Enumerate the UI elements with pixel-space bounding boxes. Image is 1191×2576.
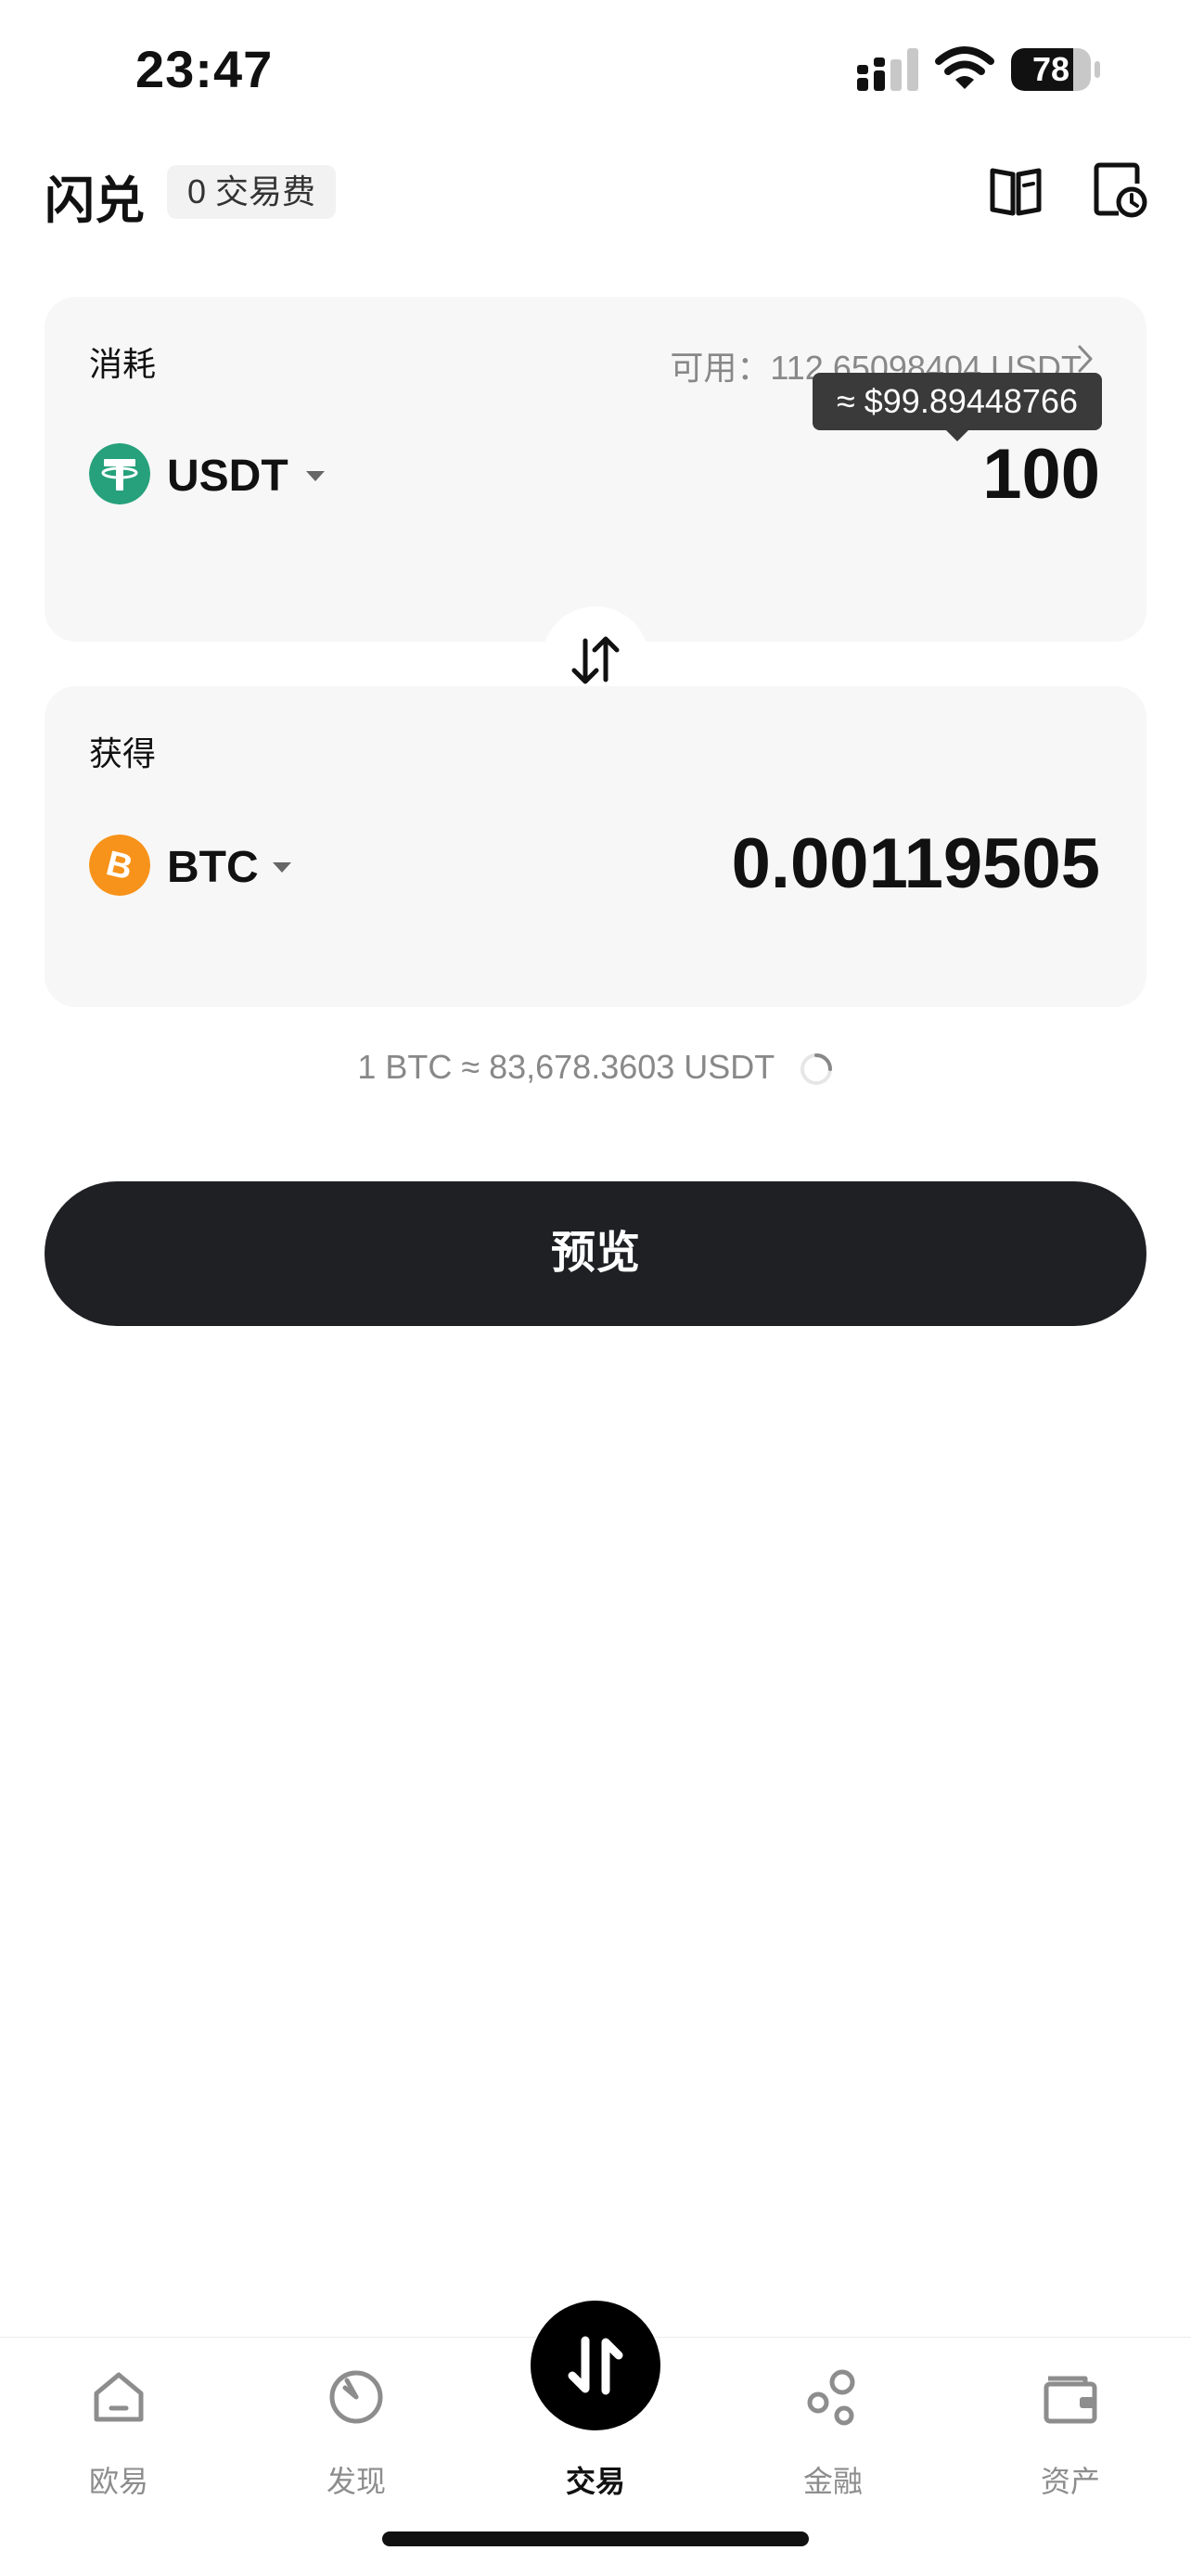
status-time: 23:47 — [135, 40, 274, 98]
preview-button[interactable]: 预览 — [45, 1181, 1146, 1326]
exchange-rate: 1 BTC ≈ 83,678.3603 USDT — [0, 1048, 1191, 1087]
consume-amount[interactable]: 100 — [982, 434, 1100, 515]
discover-icon — [329, 2370, 383, 2424]
btc-coin-icon: B — [89, 835, 150, 896]
caret-down-icon[interactable] — [306, 471, 325, 481]
nav-label: 发现 — [326, 2465, 386, 2498]
trade-button[interactable] — [531, 2301, 660, 2430]
receive-card: 获得 B BTC 0.00119505 — [45, 686, 1146, 1007]
trade-icon — [568, 2336, 623, 2395]
cellular-signal-icon — [857, 48, 918, 91]
chevron-right-icon[interactable] — [1076, 343, 1095, 375]
consume-label: 消耗 — [89, 345, 157, 383]
receive-coin-selector[interactable]: BTC — [167, 842, 259, 893]
caret-down-icon[interactable] — [273, 862, 291, 873]
consume-card: 消耗 可用：112.65098404 USDT ≈ $99.89448766 U… — [45, 297, 1146, 642]
home-indicator — [382, 2531, 809, 2546]
usd-value-text: ≈ $99.89448766 — [837, 382, 1078, 420]
swap-arrows-icon — [571, 636, 620, 684]
consume-coin-selector[interactable]: USDT — [167, 451, 288, 502]
home-icon — [94, 2372, 144, 2422]
battery-indicator: 78 — [1011, 48, 1091, 91]
exchange-rate-text: 1 BTC ≈ 83,678.3603 USDT — [357, 1048, 775, 1086]
history-icon[interactable] — [1091, 161, 1148, 219]
finance-icon — [807, 2369, 855, 2426]
page-title: 闪兑 — [45, 173, 145, 229]
wifi-icon — [935, 46, 994, 89]
usd-value-tooltip: ≈ $99.89448766 — [813, 373, 1102, 441]
battery-cap — [1095, 61, 1100, 78]
nav-label: 金融 — [802, 2465, 863, 2498]
receive-label: 获得 — [89, 734, 157, 772]
battery-level: 78 — [1031, 50, 1070, 88]
nav-label: 资产 — [1040, 2465, 1100, 2498]
tooltip-arrow — [946, 430, 968, 441]
nav-label: 欧易 — [88, 2465, 148, 2498]
refresh-spinner-icon — [800, 1053, 832, 1086]
fee-badge[interactable]: 0 交易费 — [167, 165, 337, 219]
guide-book-icon[interactable] — [987, 161, 1044, 219]
usdt-coin-icon — [89, 443, 150, 504]
nav-label: 交易 — [565, 2465, 625, 2498]
receive-amount: 0.00119505 — [731, 824, 1100, 903]
wallet-icon — [1044, 2376, 1097, 2424]
flash-swap-screen: 23:47 78 闪兑 0 交易费 消耗 可用：112.65098404 USD… — [0, 0, 1191, 2576]
